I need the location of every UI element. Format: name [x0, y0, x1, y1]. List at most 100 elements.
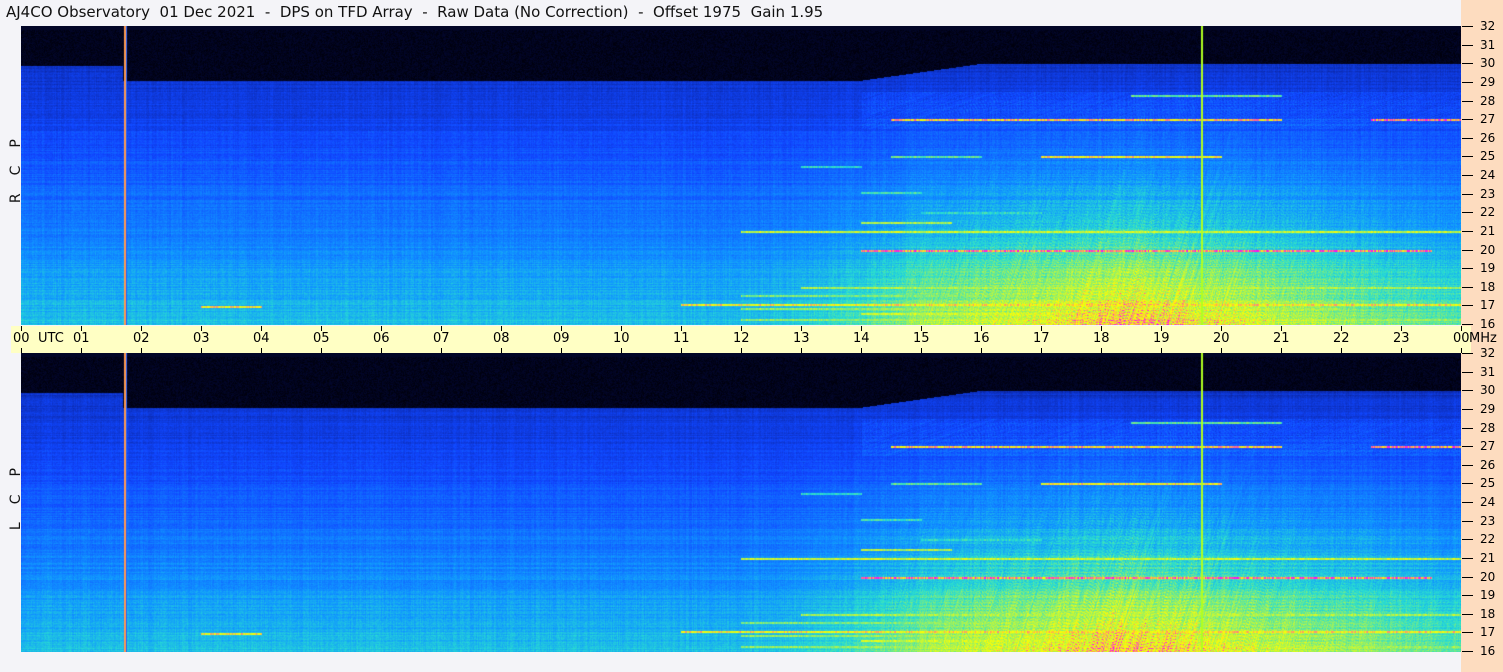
freq-label: 28: [1480, 421, 1496, 435]
time-label: 15: [913, 331, 930, 346]
freq-label: 21: [1480, 551, 1496, 565]
freq-label: 28: [1480, 94, 1496, 108]
freq-tick: [1462, 231, 1473, 232]
freq-tick: [1462, 287, 1473, 288]
freq-tick: [1462, 502, 1473, 503]
freq-label: 25: [1480, 476, 1496, 490]
freq-tick: [1462, 156, 1473, 157]
freq-label: 16: [1480, 317, 1496, 331]
freq-tick: [1462, 45, 1473, 46]
freq-label: 31: [1480, 38, 1496, 52]
freq-tick: [1462, 101, 1473, 102]
freq-tick: [1462, 632, 1473, 633]
pol-letter: L: [8, 522, 24, 531]
time-label: 16: [973, 331, 990, 346]
freq-label: 31: [1480, 365, 1496, 379]
freq-tick: [1462, 250, 1473, 251]
pol-letter: P: [8, 468, 24, 477]
time-label: 12: [733, 331, 750, 346]
time-label: 20: [1213, 331, 1230, 346]
freq-label: 17: [1480, 625, 1496, 639]
time-label: 22: [1333, 331, 1350, 346]
time-label: 07: [433, 331, 450, 346]
freq-label: 22: [1480, 205, 1496, 219]
time-label: 18: [1093, 331, 1110, 346]
freq-tick: [1462, 138, 1473, 139]
time-label: 00: [1453, 331, 1470, 346]
freq-label: 23: [1480, 514, 1496, 528]
freq-tick: [1462, 305, 1473, 306]
polarization-label-rcp: R C P: [0, 139, 24, 221]
freq-label: 29: [1480, 402, 1496, 416]
freq-tick: [1462, 428, 1473, 429]
freq-tick: [1462, 558, 1473, 559]
freq-label: 30: [1480, 56, 1496, 70]
pol-letter: C: [8, 494, 24, 505]
freq-label: 32: [1480, 19, 1496, 33]
freq-label: 24: [1480, 495, 1496, 509]
freq-tick: [1462, 119, 1473, 120]
freq-label: 16: [1480, 644, 1496, 658]
freq-label: 29: [1480, 75, 1496, 89]
mhz-label: MHz: [1469, 331, 1497, 346]
freq-tick: [1462, 390, 1473, 391]
time-label: 02: [133, 331, 150, 346]
freq-tick: [1462, 483, 1473, 484]
spectrogram-rcp: [21, 26, 1461, 325]
time-label: 09: [553, 331, 570, 346]
freq-label: 19: [1480, 588, 1496, 602]
polarization-label-lcp: L C P: [0, 468, 24, 548]
freq-label: 26: [1480, 458, 1496, 472]
time-label: 00: [13, 331, 30, 346]
freq-label: 24: [1480, 168, 1496, 182]
time-label: 06: [373, 331, 390, 346]
pol-letter: P: [8, 139, 24, 148]
freq-tick: [1462, 651, 1473, 652]
freq-label: 18: [1480, 280, 1496, 294]
freq-label: 20: [1480, 243, 1496, 257]
freq-label: 26: [1480, 131, 1496, 145]
freq-label: 20: [1480, 570, 1496, 584]
freq-label: 17: [1480, 298, 1496, 312]
time-label: 13: [793, 331, 810, 346]
freq-label: 25: [1480, 149, 1496, 163]
freq-tick: [1462, 175, 1473, 176]
freq-tick: [1462, 372, 1473, 373]
freq-tick: [1462, 577, 1473, 578]
freq-tick: [1462, 324, 1473, 325]
freq-tick: [1462, 82, 1473, 83]
freq-tick: [1462, 539, 1473, 540]
time-label: 04: [253, 331, 270, 346]
time-label: 19: [1153, 331, 1170, 346]
spectrogram-lcp: [21, 353, 1461, 652]
freq-tick: [1462, 63, 1473, 64]
freq-tick: [1462, 194, 1473, 195]
freq-label: 32: [1480, 346, 1496, 360]
time-label: 11: [673, 331, 690, 346]
time-label: 23: [1393, 331, 1410, 346]
pol-letter: C: [8, 165, 24, 176]
pol-letter: R: [8, 193, 24, 204]
freq-label: 30: [1480, 383, 1496, 397]
freq-tick: [1462, 212, 1473, 213]
freq-label: 18: [1480, 607, 1496, 621]
freq-tick: [1462, 521, 1473, 522]
freq-label: 23: [1480, 187, 1496, 201]
time-label: 08: [493, 331, 510, 346]
freq-tick: [1462, 353, 1473, 354]
freq-label: 21: [1480, 224, 1496, 238]
freq-label: 27: [1480, 112, 1496, 126]
window-title: AJ4CO Observatory 01 Dec 2021 - DPS on T…: [6, 3, 824, 21]
time-label: 21: [1273, 331, 1290, 346]
freq-tick: [1462, 614, 1473, 615]
freq-tick: [1462, 465, 1473, 466]
time-axis: 00 01 02 03 04 05 06 07 08 09 10 11 12 13 14 15 16 17 18 19…: [11, 326, 1497, 353]
utc-label: UTC: [38, 331, 64, 346]
freq-tick: [1462, 446, 1473, 447]
freq-tick: [1462, 26, 1473, 27]
freq-label: 27: [1480, 439, 1496, 453]
time-label: 01: [73, 331, 90, 346]
freq-label: 19: [1480, 261, 1496, 275]
freq-tick: [1462, 409, 1473, 410]
time-label: 03: [193, 331, 210, 346]
